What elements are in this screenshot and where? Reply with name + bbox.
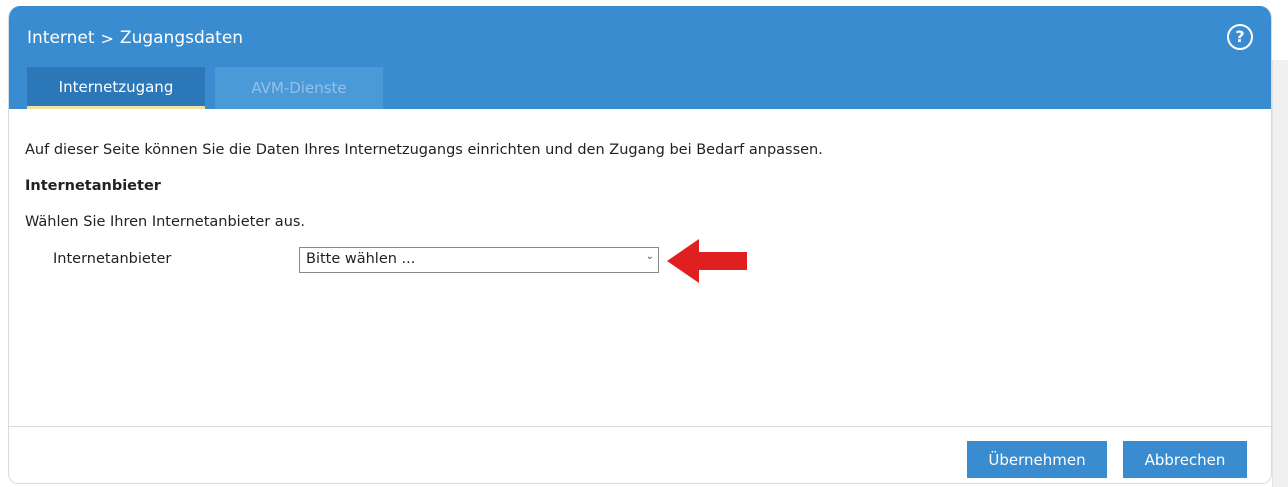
cancel-button[interactable]: Abbrechen [1123, 441, 1247, 478]
breadcrumb-separator: > [100, 28, 114, 48]
breadcrumb-item-internet[interactable]: Internet [27, 28, 95, 48]
tab-bar: Internetzugang AVM-Dienste [27, 67, 393, 109]
chevron-down-icon: ⌄ [645, 251, 654, 262]
apply-button[interactable]: Übernehmen [967, 441, 1107, 478]
help-icon[interactable]: ? [1227, 24, 1253, 50]
provider-field-label: Internetanbieter [53, 251, 172, 267]
choose-provider-text: Wählen Sie Ihren Internetanbieter aus. [25, 214, 306, 230]
annotation-arrow-icon [667, 239, 747, 283]
provider-select[interactable]: Bitte wählen ... ⌄ [299, 247, 659, 273]
provider-select-value: Bitte wählen ... [306, 251, 416, 267]
footer-bar: Übernehmen Abbrechen [9, 426, 1271, 483]
breadcrumb-item-zugangsdaten: Zugangsdaten [119, 28, 244, 48]
section-title: Internetanbieter [25, 178, 161, 194]
tab-avm-dienste[interactable]: AVM-Dienste [215, 67, 383, 109]
header-bar: Internet > Zugangsdaten ? Internetzugang… [9, 6, 1271, 109]
tab-internetzugang[interactable]: Internetzugang [27, 67, 205, 109]
intro-text: Auf dieser Seite können Sie die Daten Ih… [25, 142, 823, 158]
scrollbar-track[interactable] [1272, 60, 1288, 487]
dialog-frame: Internet > Zugangsdaten ? Internetzugang… [8, 6, 1272, 484]
breadcrumb: Internet > Zugangsdaten [27, 28, 243, 48]
